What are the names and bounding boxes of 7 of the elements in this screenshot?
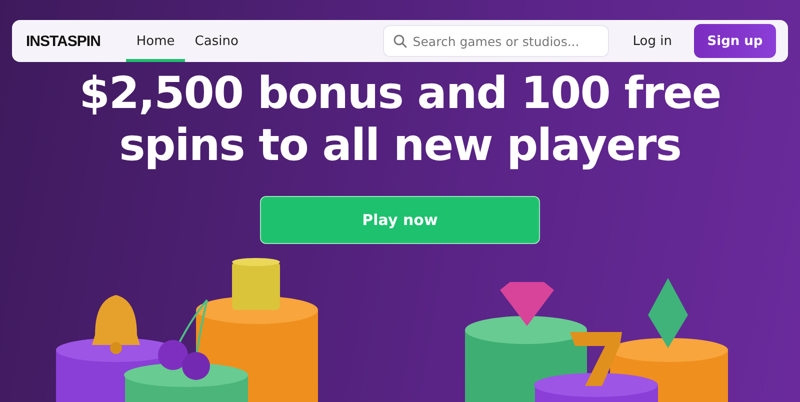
nav-tab[interactable]: Casino [184, 20, 248, 62]
login-link[interactable]: Log in [632, 34, 672, 48]
nav-tab[interactable]: Home [126, 20, 185, 62]
headline: $2,500 bonus and 100 free spins to all new players [78, 68, 722, 172]
search-field[interactable]: Search games or studios... [382, 25, 609, 57]
signup-button[interactable]: Sign up [694, 24, 776, 58]
logo[interactable]: INSTASPIN [26, 32, 100, 50]
